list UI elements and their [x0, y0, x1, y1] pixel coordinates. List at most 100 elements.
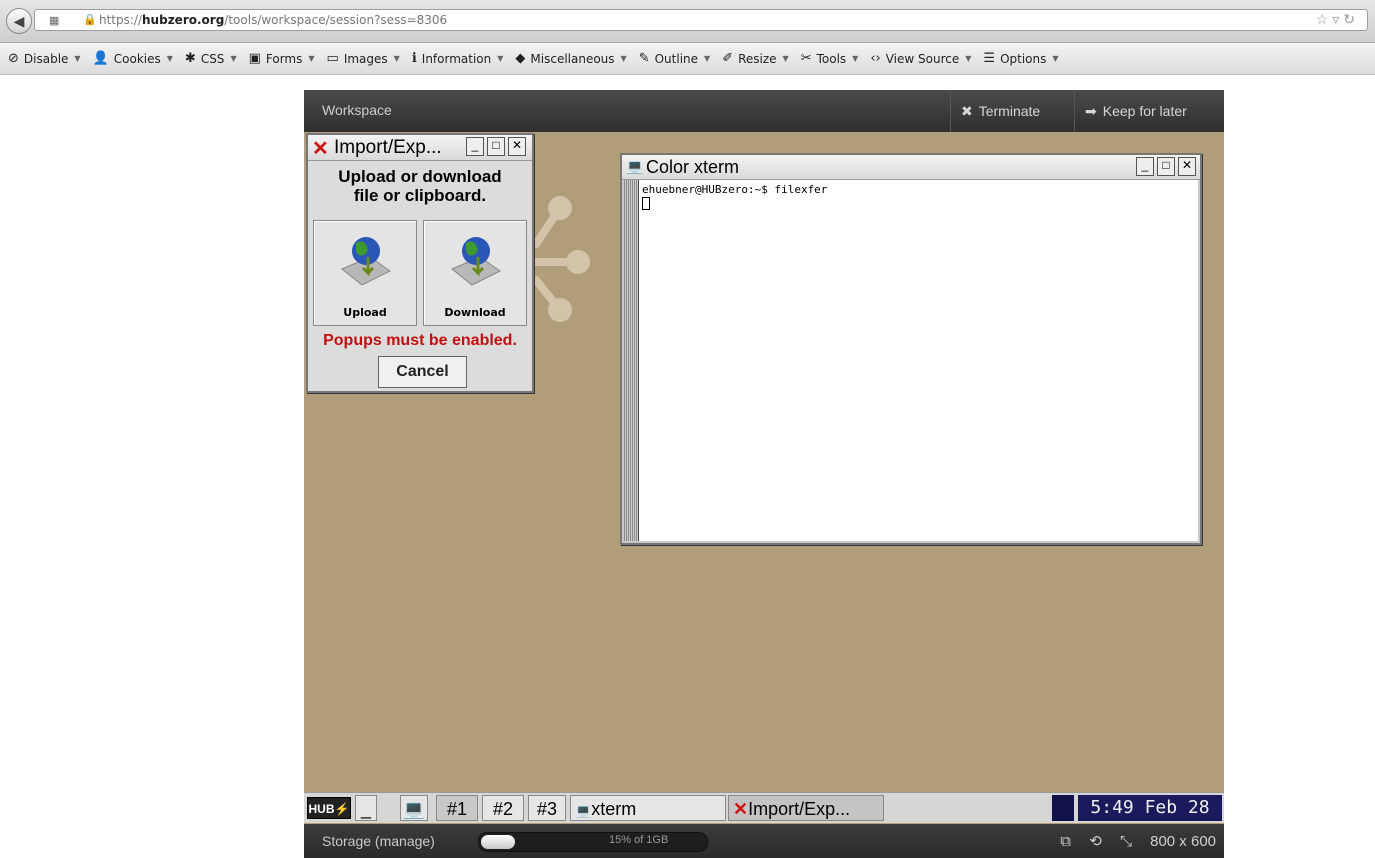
workspace-frame: Workspace ✖ Terminate ➡ Keep for later 💻 C… — [304, 90, 1224, 858]
dropdown-caret-icon: ▼ — [704, 54, 711, 63]
terminal-icon: 💻 — [575, 803, 592, 818]
devbar-item-outline[interactable]: ✎ Outline ▼ — [639, 51, 710, 66]
dropdown-caret-icon: ▼ — [166, 54, 173, 63]
import-export-dialog[interactable]: ✕ Import/Exp... _ □ ✕ Upload or download… — [306, 133, 534, 393]
devbar-item-cookies[interactable]: 👤 Cookies ▼ — [93, 51, 173, 66]
desktop-taskbar: HUB⚡ _ 💻 #1 #2 #3 💻xterm ✕Import/Exp... … — [304, 792, 1224, 823]
devbar-item-label: Information — [421, 51, 492, 66]
desktop-3-button[interactable]: #3 — [528, 795, 566, 821]
terminal-area[interactable]: ehuebner@HUBzero:~$ filexfer — [639, 180, 1198, 541]
clock: 5:49 Feb 28 — [1078, 795, 1222, 821]
devbar-item-disable[interactable]: ⊘ Disable ▼ — [8, 51, 81, 66]
xterm-titlebar[interactable]: 💻 Color xterm _ □ ✕ — [622, 155, 1200, 180]
devbar-item-label: Outline — [654, 51, 699, 66]
devbar-item-information[interactable]: ℹ Information ▼ — [412, 51, 504, 66]
minimize-button[interactable]: _ — [1136, 157, 1154, 176]
task-import-export[interactable]: ✕Import/Exp... — [728, 795, 884, 821]
refresh-icon[interactable]: ⟲ — [1089, 833, 1102, 850]
dropdown-caret-icon: ▼ — [852, 54, 859, 63]
import-export-titlebar[interactable]: ✕ Import/Exp... _ □ ✕ — [308, 135, 532, 161]
wrench-icon: ✂ — [800, 51, 812, 66]
close-button[interactable]: ✕ — [1178, 157, 1196, 176]
arrow-right-icon: ➡ — [1085, 103, 1097, 119]
xterm-window[interactable]: 💻 Color xterm _ □ ✕ ehuebner@HUBzero:~$ … — [620, 153, 1202, 545]
globe-upload-icon — [341, 237, 391, 286]
devbar-item-label: View Source — [885, 51, 960, 66]
window-controls: _ □ ✕ — [1136, 157, 1196, 176]
x-logo-icon: ✕ — [733, 799, 749, 819]
devbar-item-options[interactable]: ☰ Options ▼ — [983, 51, 1058, 66]
cancel-button[interactable]: Cancel — [378, 356, 467, 388]
window-controls: _ □ ✕ — [466, 137, 526, 156]
hub-start-button[interactable]: HUB⚡ — [307, 797, 351, 819]
x-logo-icon: ✕ — [312, 138, 329, 160]
storage-meter-fill — [481, 835, 515, 849]
keep-for-later-button[interactable]: ➡ Keep for later — [1074, 90, 1225, 132]
workspace-header: Workspace ✖ Terminate ➡ Keep for later — [304, 90, 1224, 132]
session-icons: ⧉ ⟲ ⤡ 800 x 600 — [1046, 832, 1216, 850]
devbar-item-miscellaneous[interactable]: ◆ Miscellaneous ▼ — [515, 51, 626, 66]
storage-manage-link[interactable]: Storage (manage) — [322, 833, 435, 849]
devbar-item-resize[interactable]: ✐ Resize ▼ — [722, 51, 789, 66]
devbar-item-view-source[interactable]: ‹› View Source ▼ — [870, 51, 971, 66]
dropdown-caret-icon: ▼ — [965, 54, 972, 63]
terminate-button[interactable]: ✖ Terminate — [950, 90, 1050, 132]
terminal-icon: 💻 — [626, 158, 644, 174]
hub-logo-decoration — [532, 196, 590, 322]
dropdown-caret-icon: ▼ — [393, 54, 400, 63]
image-icon: ▭ — [326, 51, 339, 66]
terminal-prompt-line: ehuebner@HUBzero:~$ filexfer — [642, 183, 828, 196]
info-icon: ℹ — [411, 51, 417, 66]
download-button[interactable]: Download — [423, 220, 527, 326]
maximize-button[interactable]: □ — [1157, 157, 1175, 176]
popout-icon[interactable]: ⧉ — [1060, 833, 1071, 850]
ruler-icon: ✐ — [722, 51, 734, 66]
grid-icon: ▦ — [49, 15, 60, 27]
text-cursor — [642, 196, 650, 210]
devbar-item-label: Disable — [23, 51, 69, 66]
devbar-item-css[interactable]: ✱ CSS ▼ — [185, 51, 237, 66]
devbar-item-label: CSS — [200, 51, 225, 66]
disable-icon: ⊘ — [8, 51, 19, 66]
import-export-title: Import/Exp... — [334, 137, 442, 158]
minimize-all-button[interactable]: _ — [355, 795, 377, 821]
minimize-button[interactable]: _ — [466, 137, 484, 156]
globe-download-icon — [451, 237, 501, 286]
devbar-item-tools[interactable]: ✂ Tools ▼ — [801, 51, 859, 66]
devbar-item-label: Resize — [738, 51, 777, 66]
xterm-scrollbar[interactable] — [624, 180, 639, 541]
dropdown-caret-icon: ▼ — [230, 54, 237, 63]
dropdown-caret-icon: ▼ — [497, 54, 504, 63]
devbar-item-label: Tools — [816, 51, 847, 66]
devbar-item-label: Miscellaneous — [530, 51, 615, 66]
pager-indicator — [1052, 795, 1074, 821]
task-xterm[interactable]: 💻xterm — [570, 795, 726, 821]
storage-bar: Storage (manage) 15% of 1GB ⧉ ⟲ ⤡ 800 x … — [304, 824, 1224, 858]
cube-icon: ◆ — [515, 51, 526, 66]
close-button[interactable]: ✕ — [508, 137, 526, 156]
dropdown-caret-icon: ▼ — [74, 54, 81, 63]
back-button[interactable]: ◀ — [6, 8, 32, 34]
desktop-1-button[interactable]: #1 — [436, 795, 478, 821]
person-icon: 👤 — [92, 51, 109, 66]
devbar-item-forms[interactable]: ▣ Forms ▼ — [249, 51, 315, 66]
dropdown-caret-icon: ▼ — [308, 54, 315, 63]
upload-button[interactable]: Upload — [313, 220, 417, 326]
dropdown-caret-icon: ▼ — [1052, 54, 1059, 63]
web-developer-toolbar: ⊘ Disable ▼ 👤 Cookies ▼ ✱ CSS ▼ ▣ Forms ▼ ▭ Images ▼ ℹ I… — [0, 43, 1375, 75]
devbar-item-label: Options — [1000, 51, 1047, 66]
devbar-item-images[interactable]: ▭ Images ▼ — [327, 51, 400, 66]
desktop-2-button[interactable]: #2 — [482, 795, 524, 821]
browser-url-bar: ◀ ▦ 🔒 https://hubzero.org/tools/workspac… — [0, 0, 1375, 43]
sliders-icon: ☰ — [983, 51, 996, 66]
storage-percent: 15% of 1GB — [609, 834, 669, 846]
dropdown-caret-icon: ▼ — [620, 54, 627, 63]
url-text: https://hubzero.org/tools/workspace/sess… — [99, 13, 448, 27]
address-field[interactable]: ▦ 🔒 https://hubzero.org/tools/workspace/… — [34, 9, 1368, 31]
maximize-button[interactable]: □ — [487, 137, 505, 156]
bookmark-star-icon[interactable]: ☆▿↻ — [1316, 11, 1359, 28]
terminal-launcher-icon[interactable]: 💻 — [400, 795, 428, 821]
wand-icon: ✱ — [184, 51, 196, 66]
resize-icon[interactable]: ⤡ 800 x 600 — [1120, 833, 1216, 850]
devbar-item-label: Images — [343, 51, 388, 66]
